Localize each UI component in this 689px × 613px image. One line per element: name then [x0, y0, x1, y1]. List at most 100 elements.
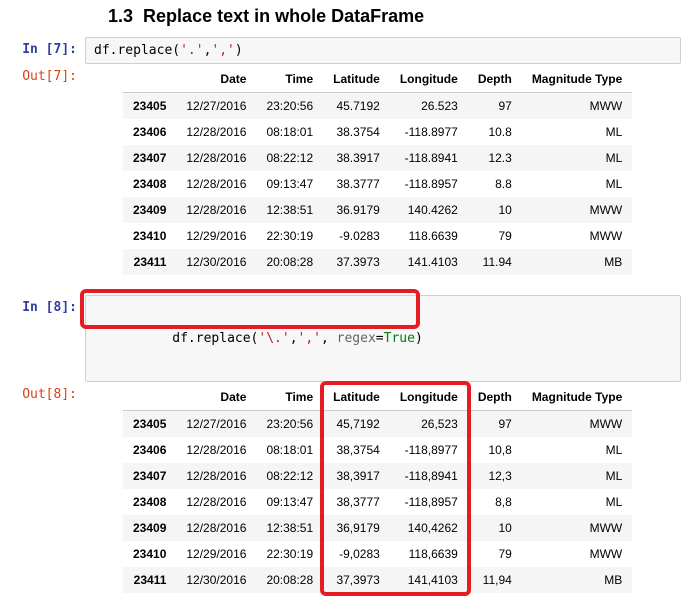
cell: 12/28/2016	[176, 119, 256, 145]
row-index: 23411	[123, 567, 176, 593]
column-header: Latitude	[323, 66, 390, 93]
cell: 38,3777	[323, 489, 390, 515]
cell: ML	[522, 489, 632, 515]
cell: 12/27/2016	[176, 411, 256, 438]
row-index: 23409	[123, 197, 176, 223]
column-header: Time	[256, 384, 323, 411]
cell: MB	[522, 249, 632, 275]
cell: -118,8957	[390, 489, 468, 515]
row-index: 23408	[123, 489, 176, 515]
code-kw-eq: =	[376, 331, 384, 346]
code-cell-8: In [8]: df.replace('\.',',', regex=True)	[0, 295, 689, 382]
table-row: 2340712/28/201608:22:1238.3917-118.89411…	[123, 145, 632, 171]
cell: 10.8	[468, 119, 522, 145]
table-row: 2341112/30/201620:08:2837,3973141,410311…	[123, 567, 632, 593]
cell: 36.9179	[323, 197, 390, 223]
row-index: 23411	[123, 249, 176, 275]
cell: 22:30:19	[256, 223, 323, 249]
cell: 38.3917	[323, 145, 390, 171]
table-row: 2340612/28/201608:18:0138,3754-118,89771…	[123, 437, 632, 463]
cell: 97	[468, 93, 522, 120]
cell: 26.523	[390, 93, 468, 120]
cell: 08:18:01	[256, 437, 323, 463]
output-cell-8: Out[8]: DateTimeLatitudeLongitudeDepthMa…	[0, 382, 689, 610]
cell: 12/29/2016	[176, 223, 256, 249]
cell: 38.3777	[323, 171, 390, 197]
cell: 45,7192	[323, 411, 390, 438]
cell: 38.3754	[323, 119, 390, 145]
cell: 26,523	[390, 411, 468, 438]
table-row: 2340612/28/201608:18:0138.3754-118.89771…	[123, 119, 632, 145]
cell: 23:20:56	[256, 411, 323, 438]
table-row: 2341012/29/201622:30:19-9,0283118,663979…	[123, 541, 632, 567]
code-input[interactable]: df.replace('.',',')	[85, 37, 681, 64]
output-prompt: Out[7]:	[0, 64, 85, 89]
cell: 09:13:47	[256, 171, 323, 197]
dataframe-table: DateTimeLatitudeLongitudeDepthMagnitude …	[123, 384, 632, 593]
cell: 20:08:28	[256, 567, 323, 593]
cell: 45.7192	[323, 93, 390, 120]
cell: ML	[522, 463, 632, 489]
cell: 12:38:51	[256, 197, 323, 223]
row-index: 23405	[123, 411, 176, 438]
cell: 36,9179	[323, 515, 390, 541]
code-kwname: regex	[337, 331, 376, 346]
cell: 12/28/2016	[176, 197, 256, 223]
cell: 20:08:28	[256, 249, 323, 275]
table-row: 2341112/30/201620:08:2837.3973141.410311…	[123, 249, 632, 275]
cell: 79	[468, 541, 522, 567]
dataframe-table: DateTimeLatitudeLongitudeDepthMagnitude …	[123, 66, 632, 275]
section-header: 1.3 Replace text in whole DataFrame	[0, 0, 689, 37]
cell: 08:18:01	[256, 119, 323, 145]
cell: MWW	[522, 93, 632, 120]
table-row: 2340812/28/201609:13:4738.3777-118.89578…	[123, 171, 632, 197]
row-index: 23406	[123, 119, 176, 145]
cell: ML	[522, 171, 632, 197]
cell: MB	[522, 567, 632, 593]
row-index: 23408	[123, 171, 176, 197]
column-header: Longitude	[390, 66, 468, 93]
table-row: 2340712/28/201608:22:1238,3917-118,89411…	[123, 463, 632, 489]
code-close: )	[415, 331, 423, 346]
column-header: Latitude	[323, 384, 390, 411]
cell: 8,8	[468, 489, 522, 515]
cell: -118.8957	[390, 171, 468, 197]
cell: 08:22:12	[256, 145, 323, 171]
cell: 10	[468, 197, 522, 223]
cell: MWW	[522, 197, 632, 223]
code-str1: '\.'	[258, 331, 289, 346]
input-prompt: In [8]:	[0, 295, 85, 320]
code-sep: ,	[290, 331, 298, 346]
section-number: 1.3	[108, 6, 133, 26]
row-index: 23409	[123, 515, 176, 541]
cell: 12/28/2016	[176, 463, 256, 489]
row-index: 23410	[123, 541, 176, 567]
cell: MWW	[522, 223, 632, 249]
cell: ML	[522, 119, 632, 145]
code-kwval: True	[384, 331, 415, 346]
code-input[interactable]: df.replace('\.',',', regex=True)	[85, 295, 681, 382]
cell: MWW	[522, 541, 632, 567]
row-index: 23410	[123, 223, 176, 249]
output-area: DateTimeLatitudeLongitudeDepthMagnitude …	[85, 382, 689, 610]
cell: -118.8977	[390, 119, 468, 145]
cell: 8.8	[468, 171, 522, 197]
column-header: Magnitude Type	[522, 384, 632, 411]
cell: 12,3	[468, 463, 522, 489]
row-index: 23406	[123, 437, 176, 463]
cell: 79	[468, 223, 522, 249]
cell: 12/28/2016	[176, 515, 256, 541]
cell: -9,0283	[323, 541, 390, 567]
column-header: Depth	[468, 384, 522, 411]
cell: 37,3973	[323, 567, 390, 593]
cell: -118.8941	[390, 145, 468, 171]
output-area: DateTimeLatitudeLongitudeDepthMagnitude …	[85, 64, 689, 289]
table-row: 2341012/29/201622:30:19-9.0283118.663979…	[123, 223, 632, 249]
cell: 12/30/2016	[176, 249, 256, 275]
cell: 118.6639	[390, 223, 468, 249]
cell: 12.3	[468, 145, 522, 171]
code-cell-7: In [7]: df.replace('.',',')	[0, 37, 689, 64]
row-index: 23407	[123, 145, 176, 171]
output-prompt: Out[8]:	[0, 382, 85, 407]
cell: 141.4103	[390, 249, 468, 275]
